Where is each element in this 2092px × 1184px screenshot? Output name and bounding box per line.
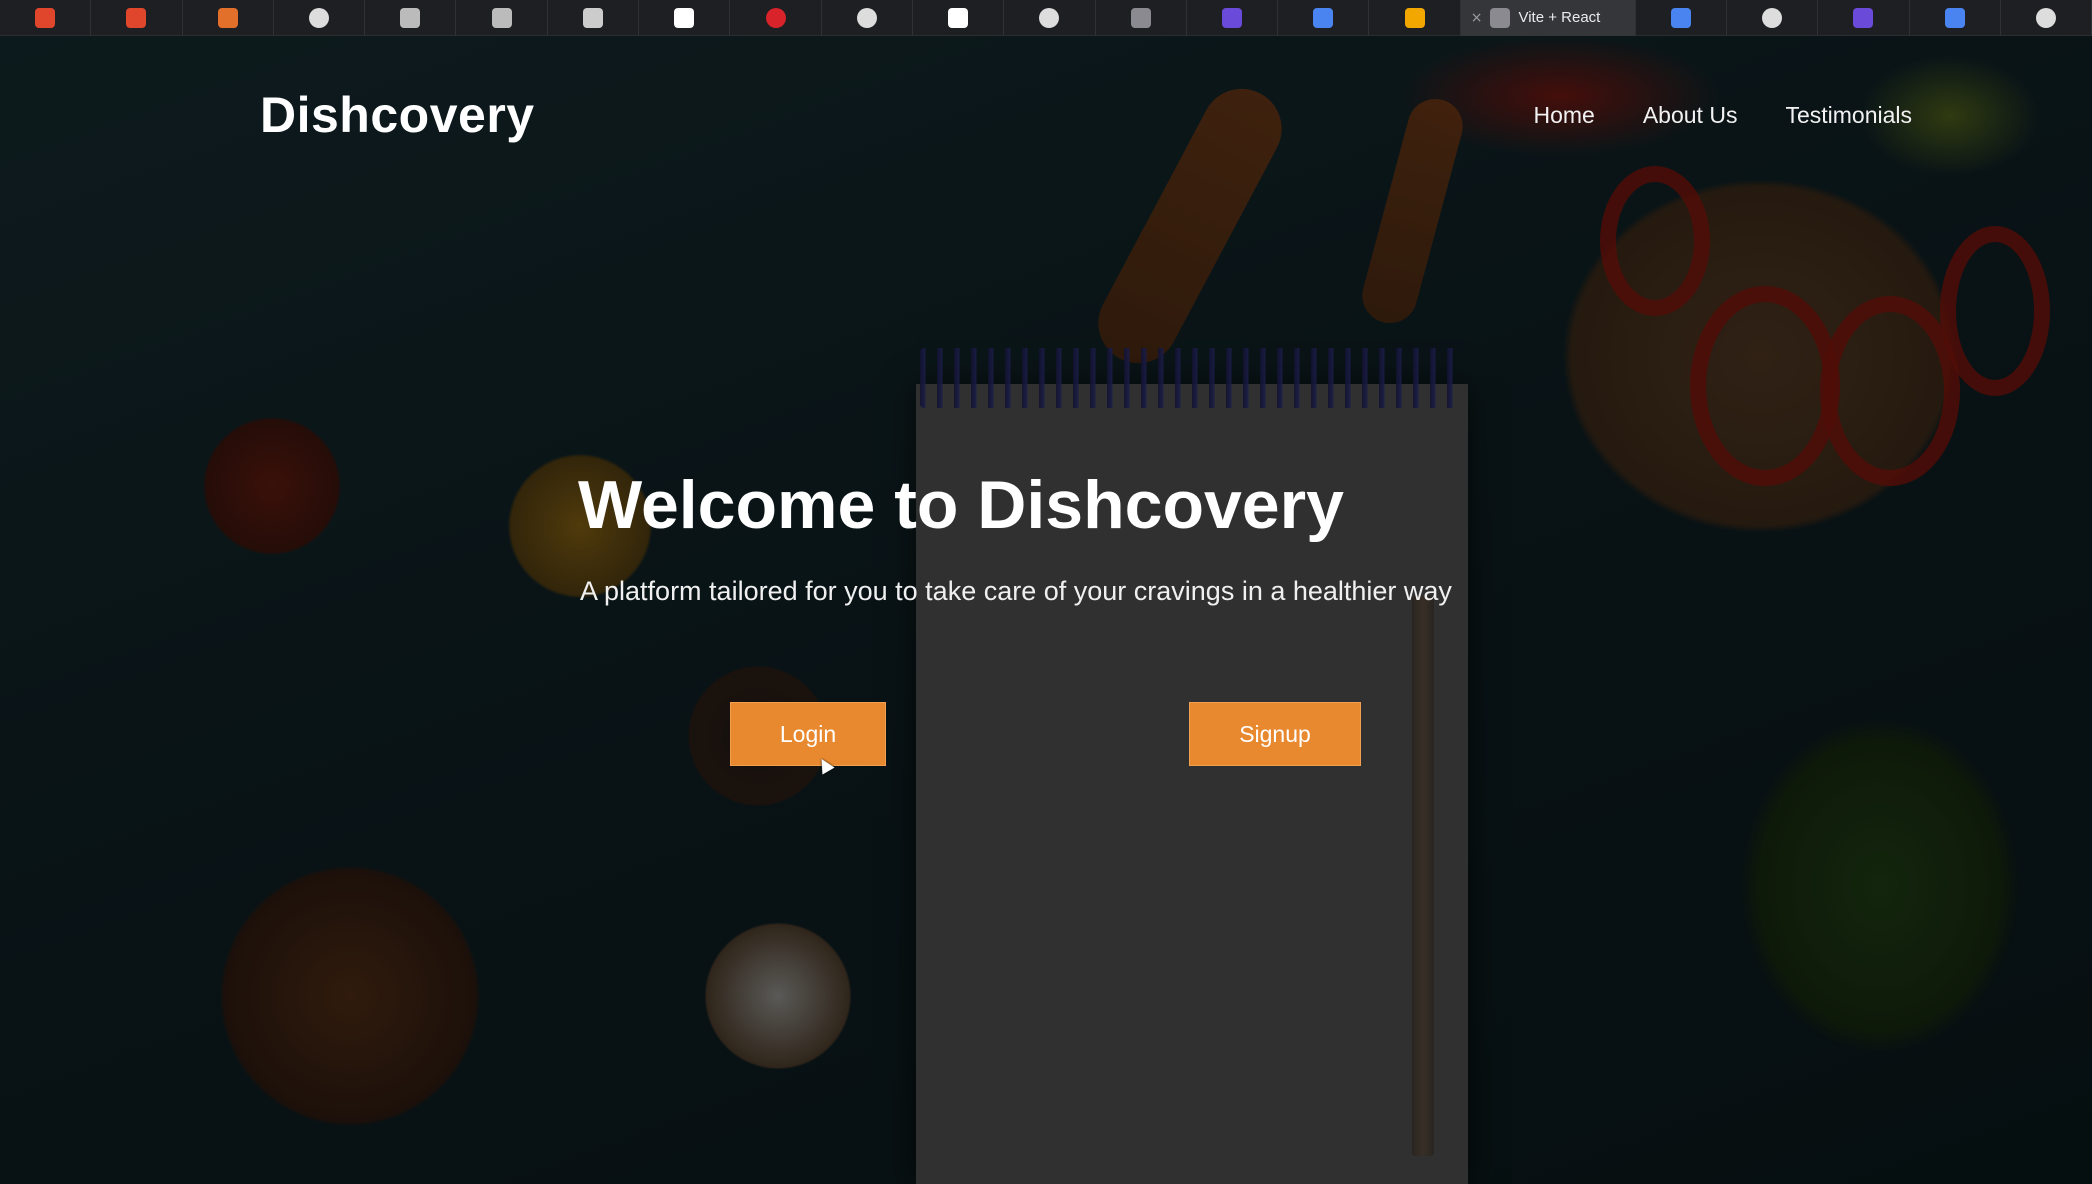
github-copilot-icon — [491, 7, 512, 28]
chrome-icon — [309, 7, 330, 28]
browser-tab[interactable] — [1187, 0, 1279, 36]
browser-tab[interactable] — [913, 0, 1005, 36]
github-icon — [674, 7, 695, 28]
purple-app-icon — [1853, 7, 1874, 28]
chrome-icon — [1039, 7, 1060, 28]
browser-tab[interactable] — [639, 0, 731, 36]
landing-page: Dishcovery Home About Us Testimonials We… — [0, 36, 2092, 1184]
nav-home[interactable]: Home — [1533, 102, 1594, 129]
main-nav: Home About Us Testimonials — [1533, 102, 1912, 129]
browser-tab[interactable] — [0, 0, 92, 36]
google-docs-icon — [1944, 7, 1965, 28]
nav-testimonials[interactable]: Testimonials — [1785, 102, 1912, 129]
dark-overlay — [0, 36, 2092, 1184]
browser-tab-strip: × Vite + React — [0, 0, 2092, 36]
nav-about-us[interactable]: About Us — [1643, 102, 1738, 129]
browser-tab[interactable] — [274, 0, 366, 36]
google-colab-icon — [1404, 7, 1425, 28]
browser-tab[interactable] — [1278, 0, 1370, 36]
red-app-icon — [35, 7, 56, 28]
browser-tab[interactable] — [183, 0, 274, 36]
openai-icon — [582, 7, 603, 28]
red-app-icon — [126, 7, 147, 28]
browser-tab[interactable] — [730, 0, 822, 36]
chrome-icon — [2035, 7, 2056, 28]
browser-tab[interactable] — [1818, 0, 1910, 36]
browser-tab[interactable] — [548, 0, 640, 36]
hero-title: Welcome to Dishcovery — [578, 467, 1344, 543]
chrome-icon — [1762, 7, 1783, 28]
notion-icon — [948, 7, 969, 28]
signup-button[interactable]: Signup — [1189, 702, 1361, 766]
browser-tab[interactable] — [822, 0, 913, 36]
browser-tab[interactable] — [456, 0, 548, 36]
browser-tab[interactable] — [2001, 0, 2092, 36]
close-icon[interactable]: × — [1471, 10, 1483, 26]
grey-app-icon — [1130, 7, 1151, 28]
browser-tab[interactable] — [1369, 0, 1461, 36]
browser-tab[interactable] — [1636, 0, 1727, 36]
orange-app-icon — [217, 7, 238, 28]
brand-logo[interactable]: Dishcovery — [260, 86, 535, 144]
browser-tab[interactable] — [1910, 0, 2001, 36]
tab-title: Vite + React — [1518, 9, 1601, 26]
browser-tab-active[interactable]: × Vite + React — [1460, 0, 1636, 36]
vite-icon — [1490, 7, 1511, 28]
browser-tab[interactable] — [1727, 0, 1819, 36]
purple-app-icon — [1222, 7, 1242, 28]
chrome-icon — [856, 7, 877, 28]
login-button[interactable]: Login — [730, 702, 886, 766]
browser-tab[interactable] — [365, 0, 457, 36]
google-docs-icon — [1313, 7, 1334, 28]
browser-tab[interactable] — [1004, 0, 1096, 36]
github-copilot-icon — [400, 7, 421, 28]
red-circle-icon — [765, 7, 786, 28]
browser-tab[interactable] — [1096, 0, 1187, 36]
hero-subtitle: A platform tailored for you to take care… — [580, 576, 1452, 606]
google-docs-icon — [1670, 7, 1691, 28]
browser-tab[interactable] — [91, 0, 183, 36]
